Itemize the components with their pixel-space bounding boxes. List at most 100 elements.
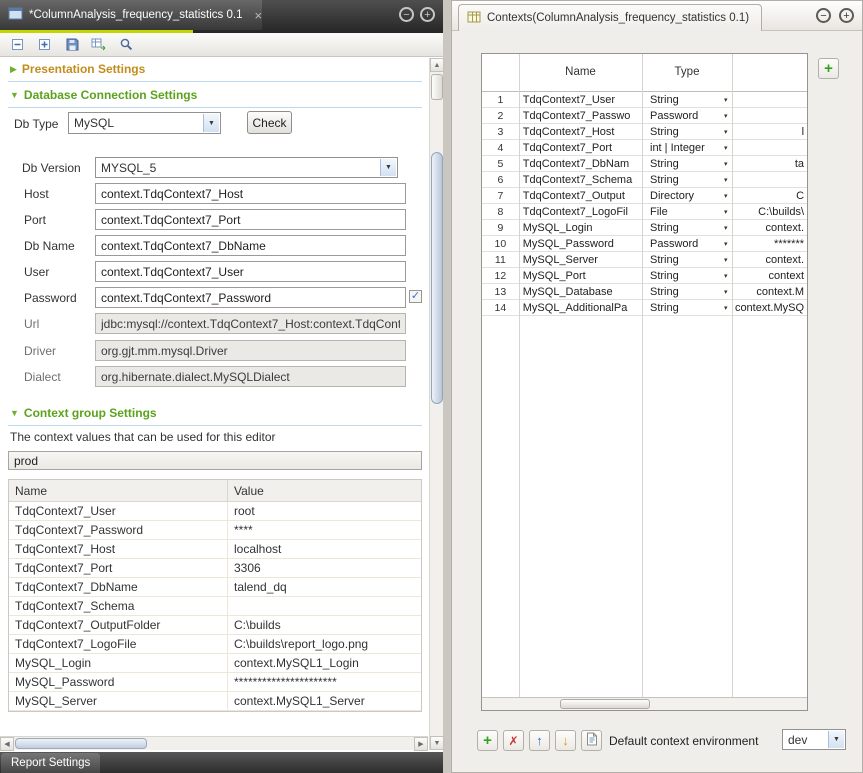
context-row[interactable]: 4TdqContext7_Portint | Integer▾ bbox=[482, 140, 807, 156]
context-name-cell[interactable]: MySQL_Login bbox=[519, 222, 641, 234]
context-row[interactable]: 11MySQL_ServerString▾context. bbox=[482, 252, 807, 268]
chevron-down-icon[interactable]: ▾ bbox=[724, 128, 728, 136]
context-type-cell[interactable]: String▾ bbox=[641, 158, 730, 170]
context-value-cell[interactable]: context.MySQ bbox=[730, 302, 807, 314]
chevron-down-icon[interactable]: ▾ bbox=[724, 208, 728, 216]
add-context-icon[interactable]: + bbox=[818, 58, 839, 79]
context-environment-field[interactable]: prod bbox=[8, 451, 422, 470]
scroll-down-icon[interactable]: ▼ bbox=[430, 736, 444, 750]
context-name-cell[interactable]: TdqContext7_Port bbox=[519, 142, 641, 154]
scrollbar-thumb[interactable] bbox=[560, 699, 650, 709]
environment-combo[interactable]: dev ▼ bbox=[782, 729, 846, 750]
context-row[interactable]: 10MySQL_PasswordPassword▾******* bbox=[482, 236, 807, 252]
context-value-cell[interactable]: C bbox=[730, 190, 807, 202]
context-row[interactable]: 3TdqContext7_HostString▾l bbox=[482, 124, 807, 140]
context-type-cell[interactable]: String▾ bbox=[641, 286, 730, 298]
table-row[interactable]: MySQL_Password********************** bbox=[9, 673, 421, 692]
chevron-down-icon[interactable]: ▾ bbox=[724, 96, 728, 104]
context-name-cell[interactable]: TdqContext7_Schema bbox=[519, 174, 641, 186]
password-mask-checkbox[interactable]: ✓ bbox=[409, 290, 422, 303]
maximize-icon[interactable]: + bbox=[420, 7, 435, 22]
context-name-cell[interactable]: MySQL_AdditionalPa bbox=[519, 302, 641, 314]
table-row[interactable]: MySQL_Servercontext.MySQL1_Server bbox=[9, 692, 421, 711]
context-value-cell[interactable]: l bbox=[730, 126, 807, 138]
search-icon[interactable] bbox=[117, 36, 135, 54]
chevron-down-icon[interactable]: ▼ bbox=[380, 159, 396, 176]
tab-report-settings[interactable]: Report Settings bbox=[1, 753, 100, 773]
context-name-cell[interactable]: TdqContext7_Passwo bbox=[519, 110, 641, 122]
context-value-cell[interactable]: context.M bbox=[730, 286, 807, 298]
context-value-cell[interactable]: context. bbox=[730, 222, 807, 234]
section-presentation-settings[interactable]: ▶Presentation Settings bbox=[10, 62, 145, 76]
context-type-cell[interactable]: Password▾ bbox=[641, 238, 730, 250]
context-type-cell[interactable]: String▾ bbox=[641, 222, 730, 234]
table-row[interactable]: TdqContext7_OutputFolderC:\builds bbox=[9, 616, 421, 635]
context-name-cell[interactable]: TdqContext7_Host bbox=[519, 126, 641, 138]
section-context-group-settings[interactable]: ▼Context group Settings bbox=[10, 406, 157, 420]
inner-scrollbar-thumb[interactable] bbox=[431, 152, 443, 404]
context-name-cell[interactable]: MySQL_Database bbox=[519, 286, 641, 298]
table-row[interactable]: TdqContext7_LogoFileC:\builds\report_log… bbox=[9, 635, 421, 654]
context-name-cell[interactable]: TdqContext7_LogoFil bbox=[519, 206, 641, 218]
chevron-down-icon[interactable]: ▾ bbox=[724, 224, 728, 232]
host-input[interactable] bbox=[95, 183, 406, 204]
name-column-header[interactable]: Name bbox=[9, 480, 228, 501]
context-type-cell[interactable]: Directory▾ bbox=[641, 190, 730, 202]
chevron-down-icon[interactable]: ▼ bbox=[203, 114, 219, 132]
context-row[interactable]: 7TdqContext7_OutputDirectory▾C bbox=[482, 188, 807, 204]
contexts-tab[interactable]: Contexts(ColumnAnalysis_frequency_statis… bbox=[458, 4, 762, 31]
chevron-down-icon[interactable]: ▾ bbox=[724, 160, 728, 168]
value-column-header[interactable]: Value bbox=[228, 480, 421, 501]
table-row[interactable]: TdqContext7_Schema bbox=[9, 597, 421, 616]
check-button[interactable]: Check bbox=[247, 111, 292, 134]
chevron-down-icon[interactable]: ▾ bbox=[724, 240, 728, 248]
maximize-icon[interactable]: + bbox=[839, 8, 854, 23]
context-value-cell[interactable]: context. bbox=[730, 254, 807, 266]
context-row[interactable]: 13MySQL_DatabaseString▾context.M bbox=[482, 284, 807, 300]
db-version-combo[interactable]: MYSQL_5 ▼ bbox=[95, 157, 398, 178]
context-type-cell[interactable]: Password▾ bbox=[641, 110, 730, 122]
context-type-cell[interactable]: String▾ bbox=[641, 174, 730, 186]
editor-tab[interactable]: *ColumnAnalysis_frequency_statistics 0.1… bbox=[0, 0, 262, 30]
context-name-cell[interactable]: MySQL_Server bbox=[519, 254, 641, 266]
scroll-up-icon[interactable]: ▲ bbox=[430, 58, 444, 72]
name-column-header[interactable]: Name bbox=[519, 66, 642, 78]
context-row[interactable]: 8TdqContext7_LogoFilFile▾C:\builds\ bbox=[482, 204, 807, 220]
chevron-down-icon[interactable]: ▾ bbox=[724, 112, 728, 120]
chevron-down-icon[interactable]: ▾ bbox=[724, 176, 728, 184]
context-row[interactable]: 1TdqContext7_UserString▾ bbox=[482, 92, 807, 108]
table-row[interactable]: TdqContext7_Userroot bbox=[9, 502, 421, 521]
table-row[interactable]: TdqContext7_Hostlocalhost bbox=[9, 540, 421, 559]
context-row[interactable]: 5TdqContext7_DbNamString▾ta bbox=[482, 156, 807, 172]
export-context-button[interactable] bbox=[581, 730, 602, 751]
context-name-cell[interactable]: MySQL_Password bbox=[519, 238, 641, 250]
scrollbar-thumb[interactable] bbox=[15, 738, 147, 749]
user-input[interactable] bbox=[95, 261, 406, 282]
context-name-cell[interactable]: TdqContext7_Output bbox=[519, 190, 641, 202]
context-row[interactable]: 14MySQL_AdditionalPaString▾context.MySQ bbox=[482, 300, 807, 316]
scroll-left-icon[interactable]: ◀ bbox=[0, 737, 14, 751]
db-type-combo[interactable]: MySQL ▼ bbox=[68, 112, 221, 134]
context-name-cell[interactable]: TdqContext7_DbNam bbox=[519, 158, 641, 170]
minimize-icon[interactable]: − bbox=[399, 7, 414, 22]
section-database-connection-settings[interactable]: ▼Database Connection Settings bbox=[10, 88, 197, 102]
context-type-cell[interactable]: String▾ bbox=[641, 126, 730, 138]
report-icon[interactable] bbox=[90, 36, 108, 54]
add-variable-button[interactable]: + bbox=[477, 730, 498, 751]
scrollbar-thumb[interactable] bbox=[431, 74, 443, 100]
horizontal-scrollbar[interactable]: ◀ ▶ bbox=[0, 736, 428, 750]
chevron-down-icon[interactable]: ▾ bbox=[724, 144, 728, 152]
table-row[interactable]: MySQL_Logincontext.MySQL1_Login bbox=[9, 654, 421, 673]
context-row[interactable]: 2TdqContext7_PasswoPassword▾ bbox=[482, 108, 807, 124]
chevron-down-icon[interactable]: ▾ bbox=[724, 192, 728, 200]
context-type-cell[interactable]: int | Integer▾ bbox=[641, 142, 730, 154]
context-row[interactable]: 12MySQL_PortString▾context bbox=[482, 268, 807, 284]
context-name-cell[interactable]: MySQL_Port bbox=[519, 270, 641, 282]
context-value-cell[interactable]: ******* bbox=[730, 238, 807, 250]
chevron-down-icon[interactable]: ▾ bbox=[724, 272, 728, 280]
vertical-scrollbar[interactable]: ▲ ▼ bbox=[429, 58, 443, 750]
move-up-button[interactable]: ↑ bbox=[529, 730, 550, 751]
context-row[interactable]: 6TdqContext7_SchemaString▾ bbox=[482, 172, 807, 188]
password-input[interactable] bbox=[95, 287, 406, 308]
context-type-cell[interactable]: String▾ bbox=[641, 254, 730, 266]
